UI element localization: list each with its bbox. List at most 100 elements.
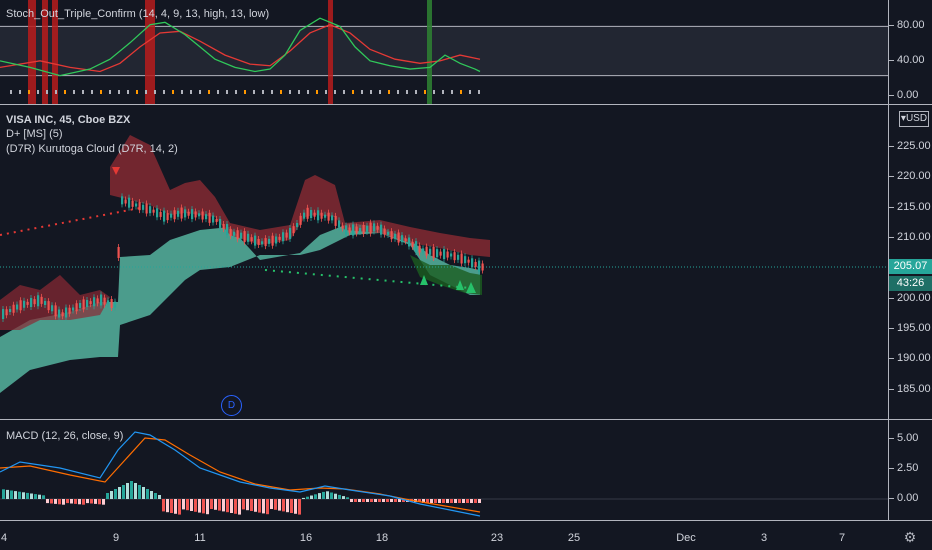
macd-price-axis[interactable]: 5.00 2.50 0.00 (888, 420, 932, 520)
candle-body (268, 238, 271, 244)
stoch-marker (136, 90, 138, 94)
indicator-label[interactable]: (D7R) Kurutoga Cloud (D7R, 14, 2) (6, 143, 178, 156)
macd-histogram-bar (226, 499, 229, 513)
candle-body (135, 203, 138, 207)
currency-button[interactable]: ▾USD (899, 111, 929, 127)
candle-body (418, 245, 421, 253)
candle-body (460, 253, 463, 264)
macd-histogram-bar (154, 493, 157, 499)
stoch-marker (433, 90, 435, 94)
stoch-marker (226, 90, 228, 94)
macd-histogram-bar (254, 499, 257, 512)
indicator-label[interactable]: D+ [MS] (5) (6, 128, 63, 141)
dividend-marker[interactable]: D (221, 395, 242, 416)
candle-body (317, 210, 320, 221)
candle-body (397, 232, 400, 243)
candle-body (89, 301, 92, 305)
macd-histogram-bar (442, 499, 445, 503)
stoch-marker (442, 90, 444, 94)
macd-histogram-bar (210, 499, 213, 509)
macd-histogram-bar (150, 491, 153, 499)
candle-body (478, 260, 481, 272)
macd-histogram-bar (78, 499, 81, 505)
time-tick: 9 (112, 532, 120, 544)
macd-histogram-bar (234, 499, 237, 514)
macd-histogram-bar (66, 499, 69, 504)
symbol-title[interactable]: VISA INC, 45, Cboe BZX (6, 114, 130, 127)
stoch-marker (424, 90, 426, 94)
candle-body (408, 237, 411, 247)
candle-body (58, 309, 61, 318)
stoch-marker (208, 90, 210, 94)
candle-body (481, 263, 484, 271)
candle-body (194, 211, 197, 218)
macd-histogram-bar (450, 499, 453, 503)
macd-histogram-bar (310, 495, 313, 499)
price-tick: 200.00 (889, 292, 931, 304)
stoch-marker (46, 90, 48, 94)
candle-body (166, 213, 169, 221)
candle-body (149, 206, 152, 214)
candle-body (285, 232, 288, 238)
macd-histogram-bar (42, 495, 45, 499)
macd-histogram-bar (446, 499, 449, 503)
macd-histogram-bar (166, 499, 169, 513)
main-pane[interactable]: VISA INC, 45, Cboe BZX D+ [MS] (5) (D7R)… (0, 105, 888, 419)
macd-histogram-bar (302, 497, 305, 499)
candle-body (180, 207, 183, 219)
stoch-marker (298, 90, 300, 94)
candle-body (369, 222, 372, 234)
macd-histogram-bar (106, 493, 109, 499)
macd-histogram-bar (382, 499, 385, 502)
macd-histogram-bar (242, 499, 245, 510)
macd-histogram-bar (266, 499, 269, 515)
stoch-price-axis[interactable]: 80.00 40.00 0.00 (888, 0, 932, 104)
stoch-marker (451, 90, 453, 94)
candle-body (450, 253, 453, 257)
candle-body (68, 307, 71, 314)
macd-title[interactable]: MACD (12, 26, close, 9) (6, 430, 123, 443)
candle-body (278, 236, 281, 240)
candle-body (345, 225, 348, 235)
candle-body (474, 261, 477, 267)
stoch-marker (100, 90, 102, 94)
stoch-pane[interactable]: Stoch_Out_Triple_Confirm (14, 4, 9, 13, … (0, 0, 888, 104)
macd-histogram-bar (394, 499, 397, 502)
macd-histogram-bar (358, 499, 361, 502)
candle-body (61, 312, 64, 317)
macd-histogram-bar (50, 499, 53, 504)
candle-body (432, 247, 435, 258)
candle-body (65, 307, 68, 318)
candle-body (261, 241, 264, 245)
candle-body (30, 298, 33, 307)
price-tick: 220.00 (889, 170, 931, 182)
stoch-marker (262, 90, 264, 94)
macd-histogram-bar (122, 485, 125, 499)
macd-histogram-bar (22, 492, 25, 499)
stoch-marker (190, 90, 192, 94)
stoch-marker (10, 90, 12, 94)
time-tick: 18 (375, 532, 389, 544)
candle-body (33, 299, 36, 305)
macd-histogram-bar (390, 499, 393, 502)
candle-body (411, 241, 414, 247)
stoch-tick: 40.00 (889, 54, 925, 66)
macd-histogram-bar (218, 499, 221, 511)
macd-histogram-bar (130, 481, 133, 499)
macd-histogram-bar (238, 499, 241, 515)
stoch-marker (478, 90, 480, 94)
stoch-marker (127, 90, 129, 94)
candle-body (366, 225, 369, 232)
candle-body (110, 299, 113, 308)
stoch-marker (316, 90, 318, 94)
candle-body (138, 202, 141, 211)
macd-histogram-bar (370, 499, 373, 502)
macd-histogram-bar (202, 499, 205, 514)
time-axis[interactable] (0, 521, 888, 550)
candle-body (201, 211, 204, 220)
gear-icon[interactable]: ⚙ (903, 530, 917, 544)
macd-histogram-bar (182, 499, 185, 510)
macd-histogram-bar (430, 499, 433, 503)
macd-pane[interactable]: MACD (12, 26, close, 9) (0, 420, 888, 520)
stoch-marker (73, 90, 75, 94)
